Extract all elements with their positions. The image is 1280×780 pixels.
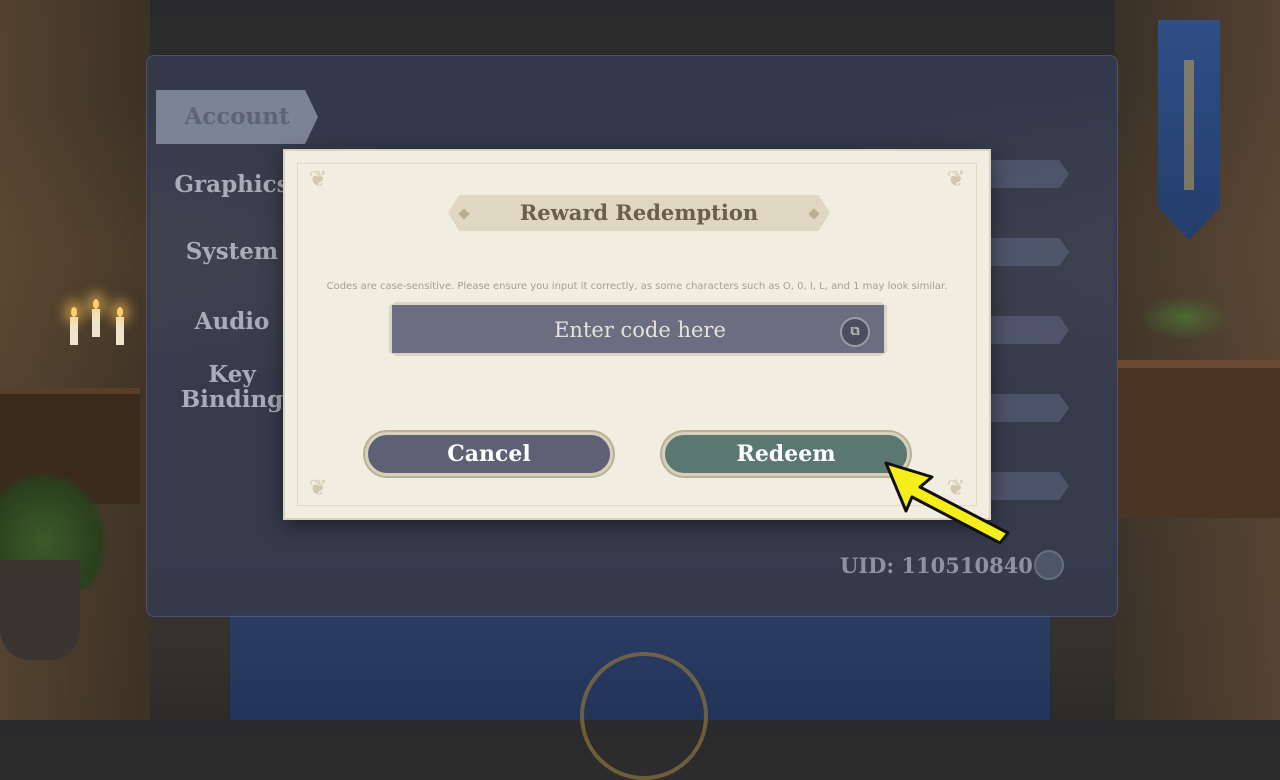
code-field[interactable]: ⧉: [389, 302, 887, 356]
background-cabinet: [1115, 360, 1280, 518]
background-banner: [1158, 20, 1220, 240]
paste-icon[interactable]: ⧉: [840, 317, 870, 347]
nav-item-account[interactable]: Account: [156, 90, 318, 144]
cancel-button[interactable]: Cancel: [365, 432, 613, 476]
uid-label: UID: 110510840: [840, 553, 1033, 578]
corner-ornament-icon: ❦: [308, 167, 328, 192]
code-input[interactable]: [392, 305, 887, 355]
diamond-icon: [458, 208, 470, 220]
arrow-icon: [884, 461, 1010, 545]
diamond-icon: [808, 208, 820, 220]
corner-ornament-icon: ❦: [946, 167, 966, 192]
background-plant-pot: [0, 560, 80, 660]
background-plant-right: [1140, 295, 1230, 340]
dialog-title: Reward Redemption: [519, 200, 759, 225]
redeem-button[interactable]: Redeem: [662, 432, 910, 476]
corner-ornament-icon: ❦: [308, 476, 328, 501]
case-sensitivity-hint: Codes are case-sensitive. Please ensure …: [326, 281, 948, 292]
dialog-title-bar: Reward Redemption: [448, 195, 830, 231]
background-candles: [68, 285, 128, 385]
background-rug: [230, 612, 1050, 720]
copy-icon[interactable]: [1034, 550, 1064, 580]
